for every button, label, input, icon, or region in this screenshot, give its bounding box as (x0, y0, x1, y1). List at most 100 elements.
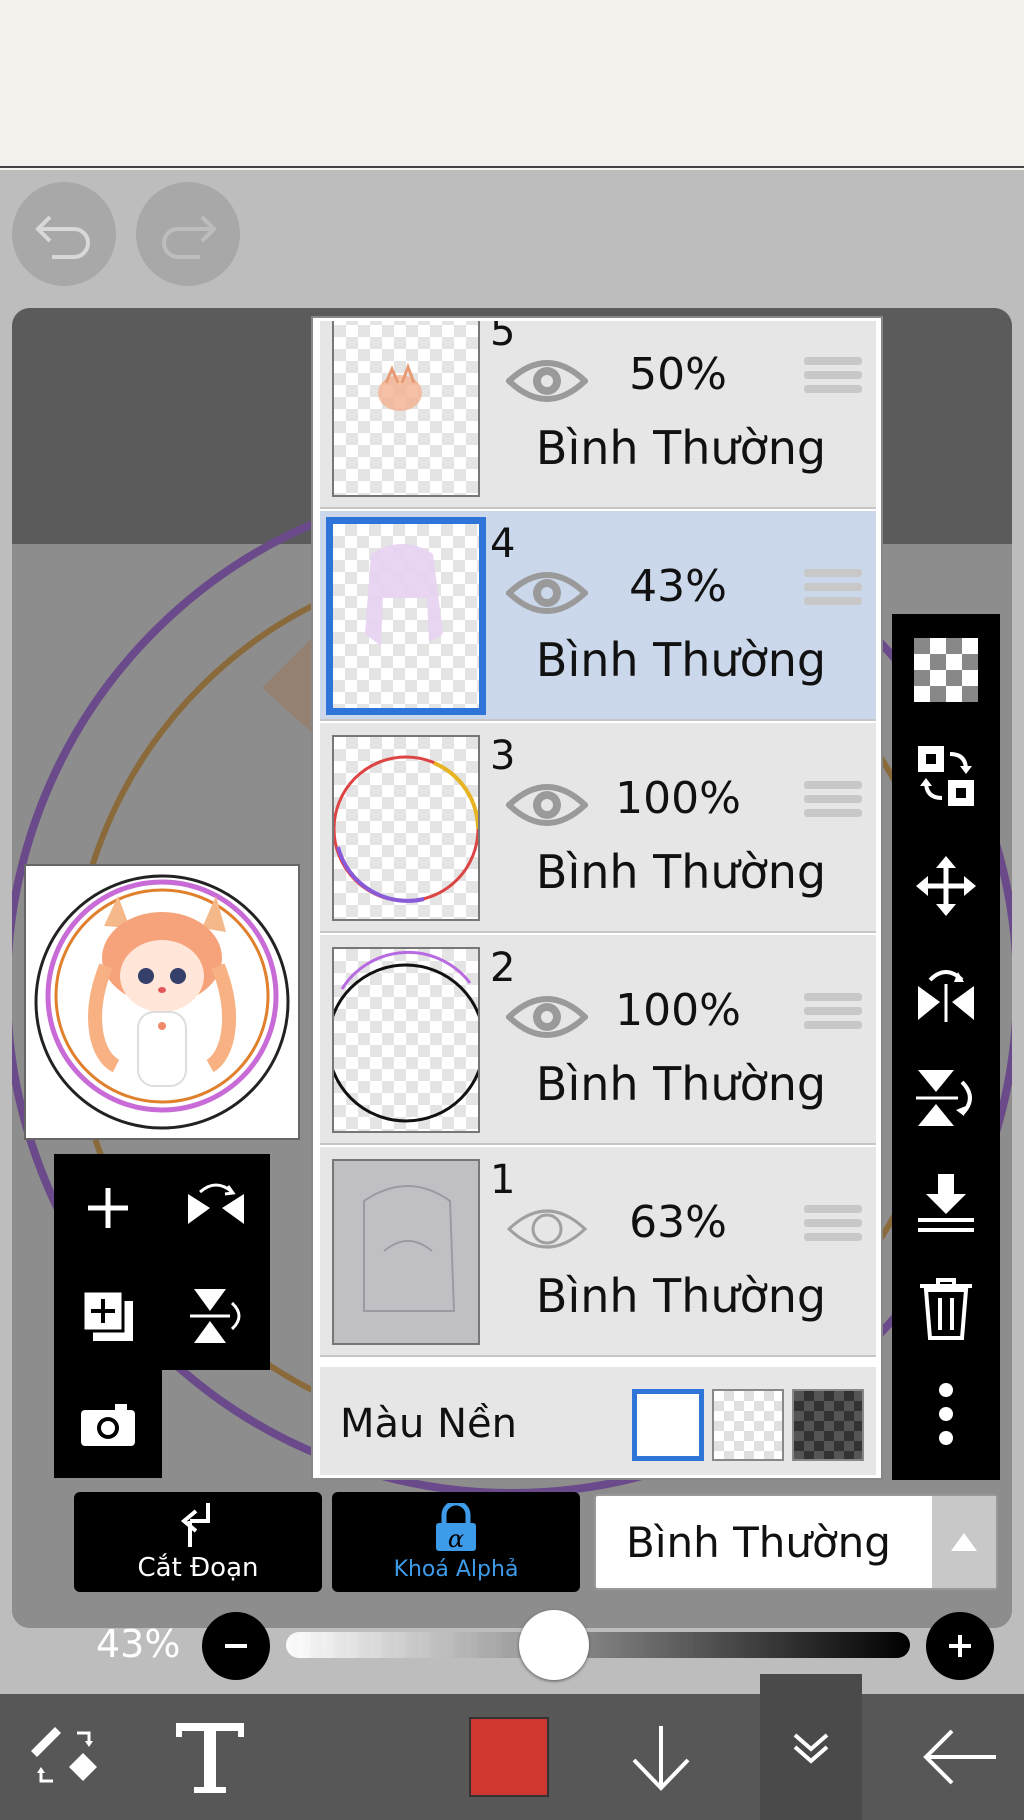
text-icon (176, 1723, 244, 1793)
layers-button[interactable] (760, 1674, 862, 1820)
plus-icon (88, 1188, 128, 1228)
undo-icon (35, 215, 90, 259)
visibility-eye-icon[interactable] (506, 987, 588, 1047)
redo-button[interactable] (136, 182, 240, 286)
layer-opacity: 63% (629, 1197, 727, 1248)
background-color-label: Màu Nền (340, 1401, 517, 1447)
layer-thumbnail (332, 947, 480, 1133)
arrow-left-icon (923, 1729, 996, 1785)
move-layer-button[interactable] (892, 836, 1000, 936)
layer-opacity: 50% (629, 349, 727, 400)
layer-blend-mode: Bình Thường (535, 633, 827, 687)
alpha-lock-label: Khoá Alphả (393, 1556, 519, 1582)
layer-number: 1 (490, 1157, 516, 1203)
flip-layer-horizontal-button[interactable] (162, 1154, 270, 1262)
brush-eraser-toggle-button[interactable] (10, 1694, 120, 1820)
current-color-button[interactable] (466, 1694, 552, 1820)
layer-row[interactable]: 5 50% Bình Thường (320, 318, 876, 509)
camera-icon (81, 1404, 135, 1446)
layer-row[interactable]: 3 100% Bình Thường (320, 723, 876, 933)
clipping-label: Cắt Đoạn (137, 1553, 259, 1583)
new-transparent-layer-button[interactable] (892, 620, 1000, 720)
layer-opacity: 43% (629, 561, 727, 612)
layer-number: 3 (490, 733, 516, 779)
layer-blend-mode: Bình Thường (535, 421, 827, 475)
visibility-eye-icon[interactable] (506, 563, 588, 623)
visibility-eye-icon[interactable] (506, 775, 588, 835)
layer-opacity: 100% (615, 985, 741, 1036)
layer-row[interactable]: 2 100% Bình Thường (320, 935, 876, 1145)
layer-number: 5 (490, 318, 516, 355)
plus-icon (949, 1635, 971, 1657)
layer-blend-mode: Bình Thường (535, 1269, 827, 1323)
trash-icon (920, 1278, 972, 1340)
current-color-swatch (469, 1717, 549, 1797)
top-bar (0, 0, 1024, 168)
redo-icon (162, 215, 217, 259)
blend-mode-select[interactable]: Bình Thường (594, 1494, 998, 1590)
background-dark-swatch[interactable] (792, 1389, 864, 1461)
background-white-swatch[interactable] (632, 1389, 704, 1461)
delete-layer-button[interactable] (892, 1258, 1000, 1358)
layer-panel: 5 50% Bình Thường 4 43% Bình Thường 3 10… (313, 318, 881, 1478)
lock-icon: α (436, 1502, 476, 1553)
layer-thumbnail (332, 321, 480, 497)
opacity-increase-button[interactable] (926, 1612, 994, 1680)
brush-eraser-icon (31, 1727, 97, 1783)
opacity-decrease-button[interactable] (202, 1612, 270, 1680)
flip-vertical-button[interactable] (892, 1048, 1000, 1148)
more-options-button[interactable] (892, 1364, 1000, 1464)
alpha-lock-button[interactable]: α Khoá Alphả (332, 1492, 580, 1592)
swap-layers-button[interactable] (892, 726, 1000, 826)
arrow-down-icon (632, 1726, 690, 1791)
minus-icon (225, 1644, 247, 1648)
layer-number: 4 (490, 521, 516, 567)
move-layer-down-button[interactable] (616, 1694, 706, 1820)
merge-down-button[interactable] (892, 1154, 1000, 1254)
swap-icon (918, 746, 974, 806)
merge-down-icon (918, 1174, 974, 1232)
more-vertical-icon (939, 1383, 953, 1445)
flip-horizontal-icon (918, 970, 974, 1022)
text-tool-button[interactable] (160, 1694, 260, 1820)
bottom-toolbar (0, 1674, 1024, 1820)
move-icon (916, 856, 976, 916)
canvas-preview (24, 864, 300, 1140)
add-layer-button[interactable] (54, 1154, 162, 1262)
layer-actions-toolbar (892, 614, 1000, 1480)
flip-vertical-icon (916, 1070, 972, 1126)
checker-icon (914, 638, 978, 702)
flip-vertical-icon (190, 1289, 241, 1343)
background-transparent-swatch[interactable] (712, 1389, 784, 1461)
layer-thumbnail (326, 517, 486, 715)
layer-blend-mode: Bình Thường (535, 845, 827, 899)
app-root: 5 50% Bình Thường 4 43% Bình Thường 3 10… (0, 0, 1024, 1820)
drag-handle-icon[interactable] (804, 569, 862, 617)
layer-thumbnail (332, 1159, 480, 1345)
duplicate-layer-button[interactable] (54, 1262, 162, 1370)
undo-button[interactable] (12, 182, 116, 286)
back-button[interactable] (910, 1694, 1010, 1820)
opacity-slider-bar: 43% (0, 1602, 1024, 1688)
double-chevron-down-icon (793, 1733, 829, 1764)
opacity-slider-track[interactable] (286, 1632, 910, 1658)
hidden-eye-icon[interactable] (506, 1199, 588, 1259)
opacity-slider-thumb[interactable] (519, 1610, 590, 1680)
drag-handle-icon[interactable] (804, 357, 862, 405)
drag-handle-icon[interactable] (804, 781, 862, 829)
flip-layer-vertical-button[interactable] (162, 1262, 270, 1370)
layer-row[interactable]: 4 43% Bình Thường (320, 511, 876, 721)
blend-mode-value: Bình Thường (626, 1518, 891, 1567)
visibility-eye-icon[interactable] (506, 351, 588, 411)
layer-row[interactable]: 1 63% Bình Thường (320, 1147, 876, 1357)
clipping-button[interactable]: Cắt Đoạn (74, 1492, 322, 1592)
opacity-value: 43% (96, 1622, 181, 1666)
svg-text:α: α (448, 1525, 464, 1553)
layer-number: 2 (490, 945, 516, 991)
drag-handle-icon[interactable] (804, 1205, 862, 1253)
camera-button[interactable] (54, 1370, 162, 1478)
drag-handle-icon[interactable] (804, 993, 862, 1041)
flip-horizontal-button[interactable] (892, 944, 1000, 1044)
background-color-row: Màu Nền (320, 1367, 876, 1475)
clipping-arrow-icon (180, 1503, 210, 1547)
